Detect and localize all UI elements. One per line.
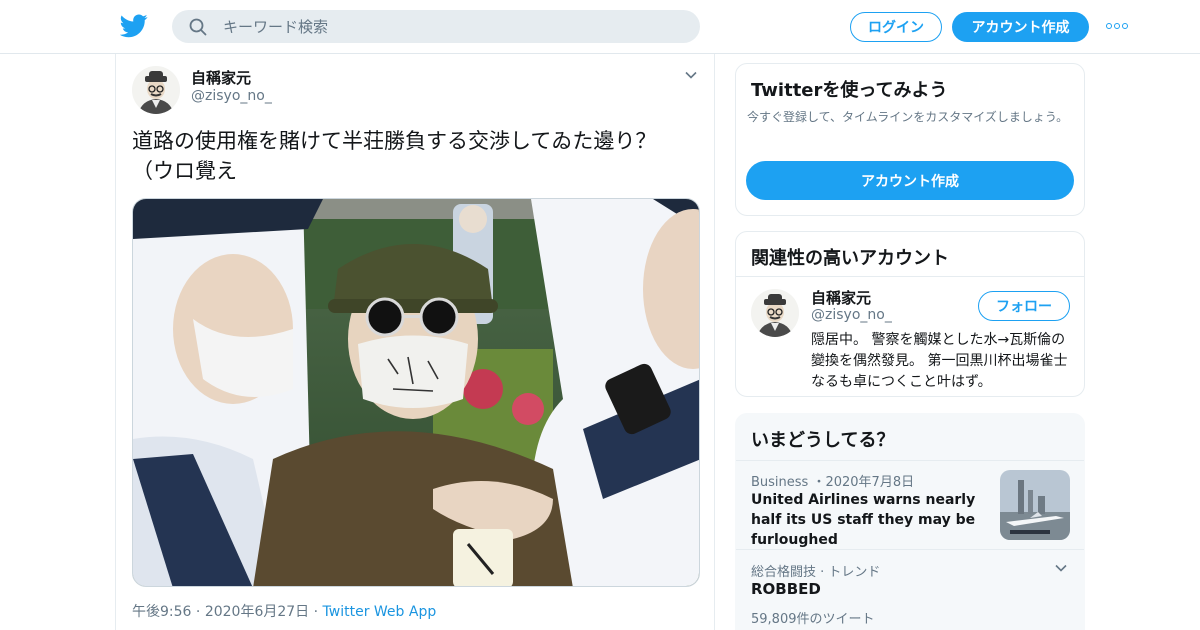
related-account-bio: 隠居中。 警察を觸媒とした水→瓦斯倫の變換を偶然發見。 第一回黒川杯出場雀士なる… <box>811 332 1068 390</box>
tweet-photo[interactable] <box>132 198 700 587</box>
photo-illustration <box>133 199 699 586</box>
search-box[interactable] <box>172 10 700 43</box>
trend-category: Business ・2020年7月8日 <box>751 475 915 490</box>
more-icon[interactable] <box>1106 18 1130 34</box>
tweet-text: 道路の使用権を賭けて半荘勝負する交渉してゐた邊り？（ウロ覺え <box>132 129 657 183</box>
signup-card-button[interactable]: アカウント作成 <box>746 161 1074 200</box>
related-account-handle[interactable]: @zisyo_no_ <box>811 307 892 323</box>
top-bar: ログイン アカウント作成 <box>0 0 1200 54</box>
search-input[interactable] <box>223 17 663 36</box>
trend-thumbnail[interactable] <box>1000 470 1070 540</box>
related-account-avatar[interactable] <box>751 289 799 337</box>
author-name[interactable]: 自稱家元 <box>191 67 251 88</box>
signup-button[interactable]: アカウント作成 <box>952 12 1089 42</box>
tweet-time[interactable]: 午後9:56 <box>132 604 191 620</box>
thumbnail-illustration <box>1000 470 1070 540</box>
divider <box>736 549 1084 550</box>
search-icon <box>189 18 207 35</box>
related-accounts-card: 関連性の高いアカウント 自稱家元 @zisyo_no_ フォロー 隠居中。 警察… <box>735 231 1085 397</box>
tweet-source-link[interactable]: Twitter Web App <box>323 604 437 620</box>
avatar-illustration <box>132 66 180 114</box>
tweet-detail: 自稱家元 @zisyo_no_ 道路の使用権を賭けて半荘勝負する交渉してゐた邊り… <box>115 54 715 630</box>
trend-category: 総合格闘技 · トレンド <box>751 565 881 580</box>
related-account-name[interactable]: 自稱家元 <box>811 287 871 308</box>
chevron-down-icon[interactable] <box>684 68 698 82</box>
signup-card: Twitterを使ってみよう 今すぐ登録して、タイムラインをカスタマイズしましょ… <box>735 63 1085 216</box>
author-avatar[interactable] <box>132 66 180 114</box>
trend-title[interactable]: United Airlines warns nearly half its US… <box>751 490 991 550</box>
author-handle[interactable]: @zisyo_no_ <box>191 88 272 104</box>
twitter-bird-icon[interactable] <box>120 14 148 38</box>
login-button[interactable]: ログイン <box>850 12 942 42</box>
meta-separator: · <box>195 604 205 620</box>
chevron-down-icon[interactable] <box>1054 561 1068 575</box>
tweet-date[interactable]: 2020年6月27日 <box>205 604 309 620</box>
divider <box>736 276 1084 277</box>
meta-separator: · <box>313 604 323 620</box>
tweet-meta: 午後9:56 · 2020年6月27日 · Twitter Web App <box>132 601 436 621</box>
avatar-illustration <box>751 289 799 337</box>
signup-card-title: Twitterを使ってみよう <box>751 80 948 101</box>
trend-tweet-count: 59,809件のツイート <box>751 612 875 627</box>
follow-button[interactable]: フォロー <box>978 291 1070 321</box>
divider <box>736 460 1084 461</box>
signup-card-subtitle: 今すぐ登録して、タイムラインをカスタマイズしましょう。 <box>747 110 1069 124</box>
related-accounts-title: 関連性の高いアカウント <box>751 248 949 269</box>
trends-card: いまどうしてる？ Business ・2020年7月8日 United Airl… <box>735 413 1085 630</box>
trend-title[interactable]: ROBBED <box>751 580 821 598</box>
trends-title: いまどうしてる？ <box>751 430 895 451</box>
